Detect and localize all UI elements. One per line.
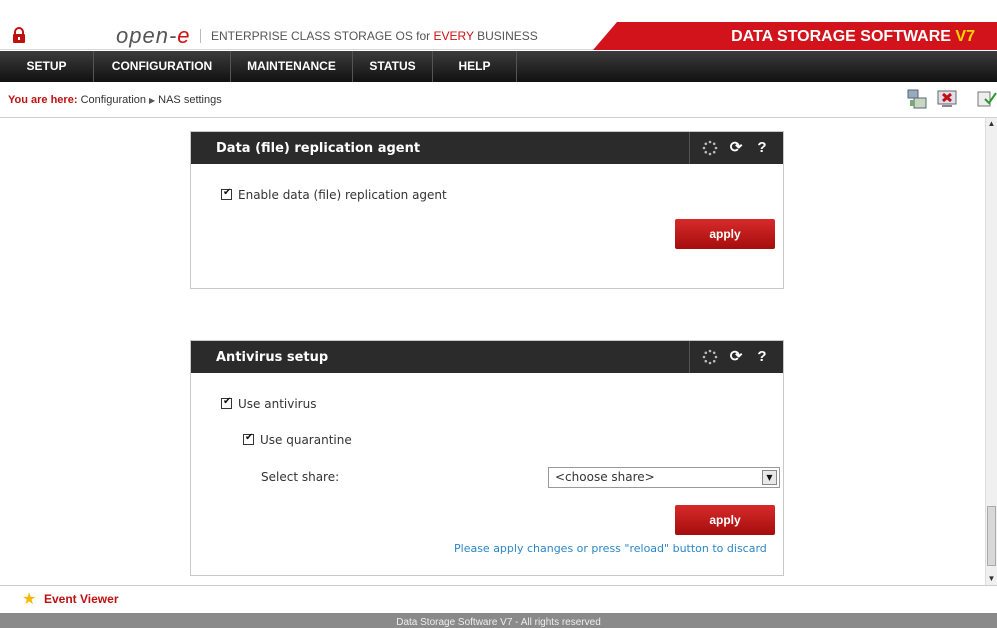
spinner-icon — [702, 140, 718, 156]
panel-header: Antivirus setup ⟳ ? — [191, 341, 783, 373]
vertical-scrollbar[interactable]: ▲ ▼ — [985, 118, 997, 585]
brand-banner: DATA STORAGE SOFTWARE V7 — [593, 22, 997, 50]
breadcrumb: You are here: Configuration ▶ NAS settings — [8, 94, 222, 106]
footer-bar: ★ Event Viewer — [0, 585, 997, 613]
lock-icon — [13, 27, 25, 43]
main-nav: SETUP CONFIGURATION MAINTENANCE STATUS H… — [0, 51, 997, 82]
reload-icon[interactable]: ⟳ — [728, 140, 744, 156]
replication-apply-button[interactable]: apply — [675, 219, 775, 249]
panel-title: Data (file) replication agent — [216, 141, 421, 156]
scroll-up-icon[interactable]: ▲ — [986, 118, 997, 130]
scroll-down-icon[interactable]: ▼ — [986, 573, 997, 585]
share-select-value: <choose share> — [555, 470, 655, 484]
nav-status[interactable]: STATUS — [353, 51, 433, 82]
antivirus-apply-button[interactable]: apply — [675, 505, 775, 535]
help-icon[interactable]: ? — [754, 349, 770, 365]
top-strip — [0, 0, 997, 22]
checkbox-box[interactable] — [221, 187, 232, 200]
breadcrumb-bar: You are here: Configuration ▶ NAS settings — [0, 82, 997, 118]
share-select[interactable]: <choose share> ▼ — [548, 467, 780, 488]
star-icon: ★ — [22, 591, 37, 608]
enable-replication-checkbox[interactable]: Enable data (file) replication agent — [221, 187, 447, 202]
nav-help[interactable]: HELP — [433, 51, 517, 82]
replication-panel: Data (file) replication agent ⟳ ? Enable… — [190, 131, 784, 289]
scroll-thumb[interactable] — [987, 506, 996, 566]
brand-title: DATA STORAGE SOFTWARE V7 — [731, 28, 975, 45]
panel-header: Data (file) replication agent ⟳ ? — [191, 132, 783, 164]
reload-icon[interactable]: ⟳ — [728, 349, 744, 365]
use-quarantine-checkbox[interactable]: Use quarantine — [243, 432, 352, 447]
chevron-down-icon[interactable]: ▼ — [762, 470, 777, 485]
logo: open-e — [116, 23, 191, 48]
select-share-label: Select share: — [261, 470, 340, 484]
event-viewer-link[interactable]: Event Viewer — [44, 592, 118, 606]
content-area: Data (file) replication agent ⟳ ? Enable… — [0, 118, 985, 585]
logout-icon[interactable] — [936, 88, 958, 110]
help-icon[interactable]: ? — [754, 140, 770, 156]
apply-hint: Please apply changes or press "reload" b… — [454, 542, 767, 555]
copyright: Data Storage Software V7 - All rights re… — [0, 613, 997, 628]
breadcrumb-configuration[interactable]: Configuration — [81, 94, 146, 106]
nav-setup[interactable]: SETUP — [0, 51, 94, 82]
panel-title: Antivirus setup — [216, 350, 329, 365]
nav-maintenance[interactable]: MAINTENANCE — [231, 51, 353, 82]
verify-icon[interactable] — [975, 88, 997, 110]
panel-tools: ⟳ ? — [689, 132, 783, 164]
chevron-right-icon: ▶ — [149, 96, 156, 105]
network-icon[interactable] — [906, 88, 928, 110]
checkbox-box[interactable] — [221, 396, 232, 409]
app-header: open-e ENTERPRISE CLASS STORAGE OS for E… — [0, 22, 997, 50]
tagline: ENTERPRISE CLASS STORAGE OS for EVERY BU… — [200, 29, 538, 43]
nav-configuration[interactable]: CONFIGURATION — [94, 51, 231, 82]
panel-tools: ⟳ ? — [689, 341, 783, 373]
checkbox-box[interactable] — [243, 432, 254, 445]
use-antivirus-checkbox[interactable]: Use antivirus — [221, 396, 316, 411]
antivirus-panel: Antivirus setup ⟳ ? Use antivirus Use qu… — [190, 340, 784, 576]
breadcrumb-nas-settings: NAS settings — [158, 94, 222, 106]
spinner-icon — [702, 349, 718, 365]
